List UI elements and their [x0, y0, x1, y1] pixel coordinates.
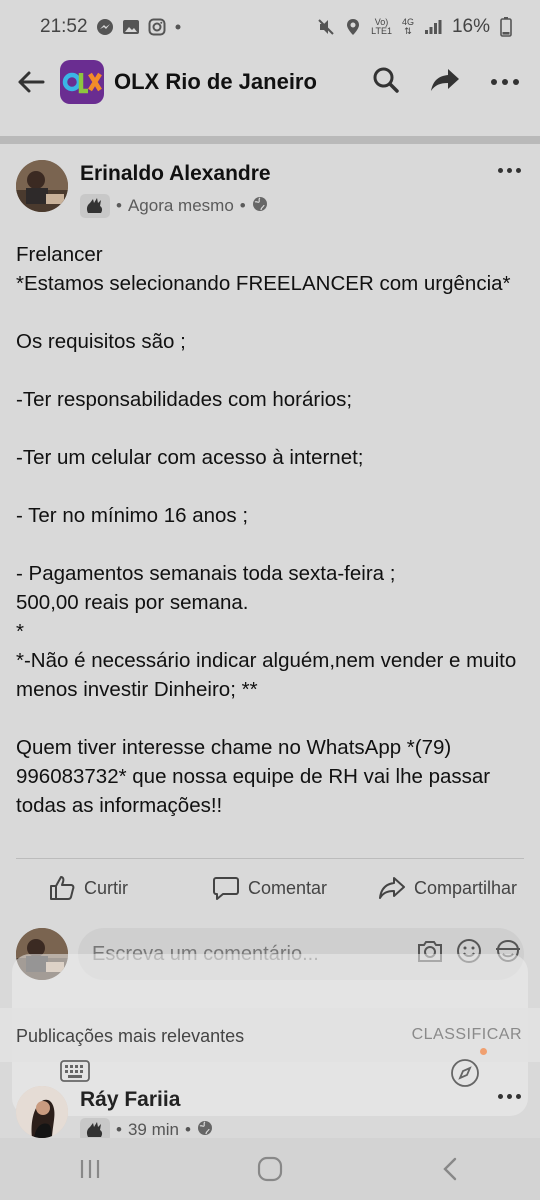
- author-avatar[interactable]: [16, 160, 68, 212]
- instagram-icon: [148, 18, 166, 36]
- battery-icon: [500, 17, 512, 37]
- action-divider: [16, 858, 524, 859]
- mute-icon: [317, 18, 335, 36]
- app-bar: OLX Rio de Janeiro: [0, 54, 540, 110]
- share-icon: [379, 877, 405, 899]
- post-time: Agora mesmo: [127, 196, 234, 215]
- post-actions: Curtir Comentar Compartilhar: [0, 866, 540, 912]
- volte-indicator: Vo) LTE1: [371, 17, 392, 36]
- sort-button[interactable]: CLASSIFICAR: [412, 1026, 522, 1044]
- comment-more-icon[interactable]: [494, 1086, 524, 1106]
- home-icon[interactable]: [240, 1149, 300, 1189]
- compass-icon[interactable]: [450, 1058, 480, 1088]
- search-icon[interactable]: [372, 66, 400, 99]
- post-body: Frelancer *Estamos selecionando FREELANC…: [16, 243, 517, 817]
- more-icon[interactable]: [490, 73, 520, 91]
- like-button[interactable]: Curtir: [48, 874, 128, 902]
- commenter-avatar[interactable]: [16, 1086, 68, 1138]
- comment-icon: [213, 877, 239, 900]
- comments-sort-row: Publicações mais relevantes CLASSIFICAR: [0, 1008, 540, 1062]
- share-icon[interactable]: [430, 67, 460, 98]
- post-header: Erinaldo Alexandre • Agora mesmo •: [16, 160, 524, 220]
- status-bar: 21:52 Vo) LTE1 4G ⇅ 16%: [0, 0, 540, 54]
- dot-icon: [174, 23, 182, 31]
- signal-icon: [424, 19, 442, 35]
- recent-apps-icon[interactable]: [60, 1149, 120, 1189]
- back-nav-icon[interactable]: [420, 1149, 480, 1189]
- globe-icon: [252, 196, 268, 217]
- battery-percent: 16%: [451, 16, 490, 37]
- member-badge-icon: [80, 194, 110, 218]
- comment-time: 39 min: [127, 1120, 179, 1139]
- notification-dot: [480, 1048, 487, 1055]
- comments-filter-label[interactable]: Publicações mais relevantes: [16, 1026, 244, 1047]
- like-icon: [50, 876, 75, 900]
- section-divider: [0, 136, 540, 144]
- network-type: 4G ⇅: [401, 17, 414, 36]
- share-button[interactable]: Compartilhar: [378, 874, 517, 902]
- messenger-icon: [96, 18, 114, 36]
- clock: 21:52: [40, 16, 88, 37]
- back-arrow-icon[interactable]: [16, 67, 46, 97]
- keyboard-icon[interactable]: [60, 1060, 90, 1082]
- post-more-icon[interactable]: [494, 160, 524, 180]
- gallery-icon: [122, 19, 140, 35]
- comment-button[interactable]: Comentar: [212, 874, 327, 902]
- location-icon: [345, 18, 361, 36]
- group-logo[interactable]: [60, 60, 104, 104]
- commenter-name[interactable]: Ráy Fariia: [80, 1088, 180, 1112]
- comment-item: Ráy Fariia • 39 min •: [16, 1086, 524, 1142]
- post-author[interactable]: Erinaldo Alexandre: [80, 162, 271, 186]
- post-meta: • Agora mesmo •: [80, 194, 268, 218]
- system-nav-bar: [0, 1138, 540, 1200]
- page-title: OLX Rio de Janeiro: [114, 69, 317, 94]
